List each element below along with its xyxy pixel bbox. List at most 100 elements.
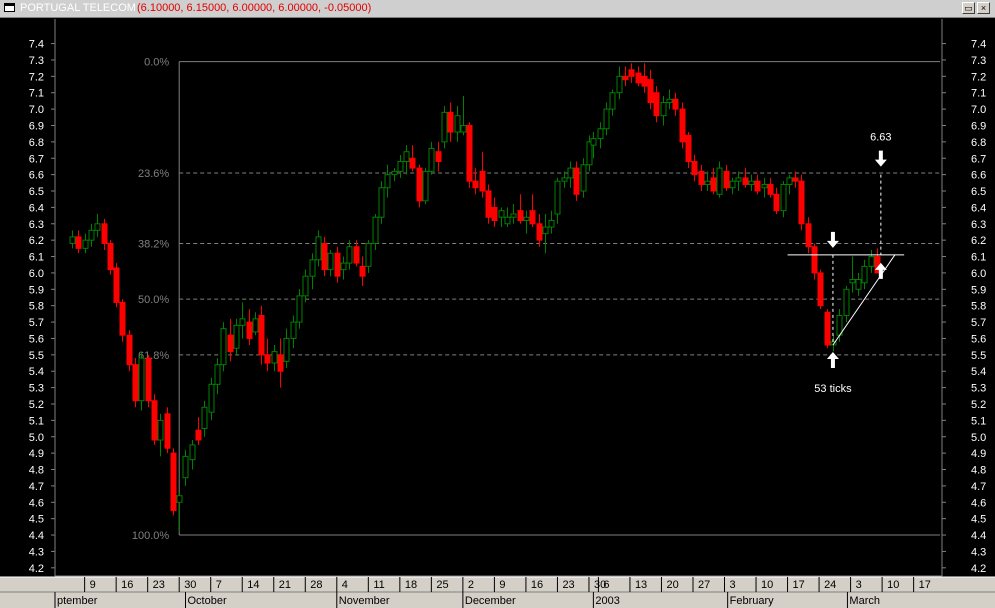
candle-up — [843, 286, 850, 323]
candle-body — [435, 151, 442, 163]
candle-up — [220, 322, 227, 372]
y-tick-label-right: 4.4 — [971, 530, 986, 542]
candle-body — [157, 419, 164, 441]
candle-down — [723, 164, 730, 192]
candle-up — [504, 207, 511, 228]
candle-up — [327, 249, 334, 277]
candle-up — [498, 207, 505, 228]
x-week-label: 11 — [373, 579, 384, 591]
candle-body — [679, 108, 686, 143]
candle-body — [536, 223, 543, 241]
candle-body — [409, 157, 416, 169]
candle-body — [485, 190, 492, 218]
candle-body — [365, 242, 372, 267]
candle-down — [126, 330, 133, 372]
candle-up — [233, 318, 240, 355]
y-tick-label-left: 6.8 — [29, 137, 44, 149]
candle-body — [523, 216, 530, 222]
candle-body — [616, 75, 623, 94]
x-week-label: 16 — [121, 579, 133, 591]
candle-body — [107, 242, 114, 271]
candle-body — [748, 180, 755, 185]
candle-body — [176, 495, 183, 503]
y-tick-label-left: 5.7 — [29, 317, 44, 329]
candle-down — [767, 177, 774, 198]
candle-body — [498, 210, 505, 218]
candle-up — [283, 328, 290, 368]
candle-down — [479, 151, 486, 198]
candle-up — [239, 302, 246, 339]
candle-down — [264, 338, 271, 372]
x-week-label: 25 — [436, 579, 448, 591]
y-tick-label-right: 5.9 — [971, 284, 986, 296]
candle-body — [855, 278, 862, 290]
candle-up — [454, 105, 461, 142]
y-tick-label-right: 7.1 — [971, 88, 986, 100]
x-month-label: December — [465, 595, 516, 607]
candle-down — [691, 154, 698, 182]
candle-up — [271, 345, 278, 372]
x-week-label: 24 — [824, 579, 836, 591]
y-tick-label-left: 4.7 — [29, 481, 44, 493]
candle-body — [138, 357, 145, 402]
x-week-label: 27 — [698, 579, 710, 591]
y-tick-label-left: 7.0 — [29, 104, 44, 116]
candle-up — [428, 141, 435, 175]
candle-body — [685, 134, 692, 163]
x-week-label: 13 — [635, 579, 647, 591]
candle-body — [384, 174, 391, 189]
y-tick-label-right: 6.8 — [971, 137, 986, 149]
fib-label: 23.6% — [138, 168, 169, 180]
y-tick-label-left: 4.4 — [29, 530, 44, 542]
candle-body — [590, 138, 597, 146]
x-month-label: ptember — [57, 595, 98, 607]
y-tick-label-right: 6.3 — [971, 219, 986, 231]
candle-up — [384, 164, 391, 198]
y-tick-label-left: 5.0 — [29, 432, 44, 444]
candlestick-series — [69, 63, 881, 532]
candle-body — [635, 72, 642, 84]
y-tick-label-right: 7.3 — [971, 55, 986, 67]
candle-up — [340, 256, 347, 280]
x-week-label: 20 — [666, 579, 678, 591]
candle-down — [472, 168, 479, 195]
candle-down — [529, 194, 536, 228]
candle-down — [435, 141, 442, 172]
candle-down — [792, 171, 799, 188]
candle-up — [309, 253, 316, 290]
y-tick-label-left: 7.2 — [29, 71, 44, 83]
candle-body — [729, 180, 736, 189]
candle-body — [603, 108, 610, 130]
y-tick-label-right: 4.8 — [971, 465, 986, 477]
candle-body — [277, 354, 284, 372]
candle-body — [208, 383, 215, 413]
candle-body — [660, 102, 667, 117]
candle-down — [679, 102, 686, 149]
candle-body — [321, 242, 328, 271]
candle-body — [170, 452, 177, 511]
candle-down — [491, 197, 498, 228]
candle-up — [176, 492, 183, 532]
candle-up — [422, 168, 429, 205]
candle-body — [742, 177, 749, 185]
candle-up — [660, 95, 667, 126]
y-tick-label-right: 5.6 — [971, 333, 986, 345]
candle-body — [843, 288, 850, 317]
candle-down — [824, 308, 831, 349]
candle-body — [94, 223, 101, 231]
candle-body — [792, 177, 799, 182]
x-week-label: 10 — [887, 579, 899, 591]
annotations: 6.63 53 ticks — [787, 132, 905, 395]
y-tick-label-right: 6.7 — [971, 153, 986, 165]
candle-body — [647, 79, 654, 104]
y-tick-label-right: 6.0 — [971, 268, 986, 280]
candle-up — [460, 95, 467, 136]
y-tick-label-left: 6.5 — [29, 186, 44, 198]
candle-body — [239, 318, 246, 326]
candle-body — [372, 216, 379, 244]
candle-body — [542, 226, 549, 235]
x-week-label: 23 — [153, 579, 165, 591]
candle-body — [454, 115, 461, 133]
candle-down — [805, 217, 812, 254]
candle-down — [628, 63, 635, 83]
